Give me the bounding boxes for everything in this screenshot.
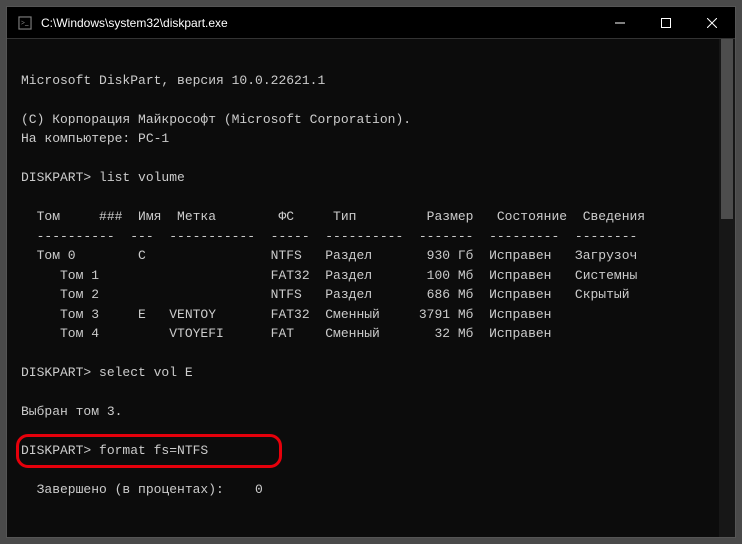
format-progress-line: Завершено (в процентах): 0 (21, 482, 263, 497)
table-row: Том 1 FAT32 Раздел 100 Мб Исправен Систе… (21, 268, 637, 283)
prompt-list-volume: DISKPART> list volume (21, 170, 185, 185)
table-row: Том 4 VTOYEFI FAT Сменный 32 Мб Исправен (21, 326, 552, 341)
selected-volume-msg: Выбран том 3. (21, 404, 122, 419)
close-button[interactable] (689, 7, 735, 38)
svg-text:>_: >_ (21, 19, 29, 27)
scrollbar-thumb[interactable] (721, 39, 733, 219)
volume-table-header: Том ### Имя Метка ФС Тип Размер Состояни… (21, 209, 645, 224)
diskpart-version: Microsoft DiskPart, версия 10.0.22621.1 (21, 73, 325, 88)
copyright-line: (C) Корпорация Майкрософт (Microsoft Cor… (21, 112, 411, 127)
terminal-output[interactable]: Microsoft DiskPart, версия 10.0.22621.1 … (7, 39, 735, 537)
vertical-scrollbar[interactable] (719, 39, 735, 537)
prompt-format: DISKPART> format fs=NTFS (21, 443, 208, 458)
console-window: >_ C:\Windows\system32\diskpart.exe Micr… (6, 6, 736, 538)
table-row: Том 2 NTFS Раздел 686 Мб Исправен Скрыты… (21, 287, 630, 302)
maximize-button[interactable] (643, 7, 689, 38)
window-controls (597, 7, 735, 38)
table-row: Том 0 C NTFS Раздел 930 Гб Исправен Загр… (21, 248, 637, 263)
minimize-button[interactable] (597, 7, 643, 38)
computer-line: На компьютере: PC-1 (21, 131, 169, 146)
window-title: C:\Windows\system32\diskpart.exe (41, 16, 597, 30)
app-icon: >_ (17, 15, 33, 31)
prompt-select-vol: DISKPART> select vol E (21, 365, 193, 380)
volume-table-divider: ---------- --- ----------- ----- -------… (21, 229, 637, 244)
titlebar[interactable]: >_ C:\Windows\system32\diskpart.exe (7, 7, 735, 39)
table-row: Том 3 E VENTOY FAT32 Сменный 3791 Мб Исп… (21, 307, 552, 322)
